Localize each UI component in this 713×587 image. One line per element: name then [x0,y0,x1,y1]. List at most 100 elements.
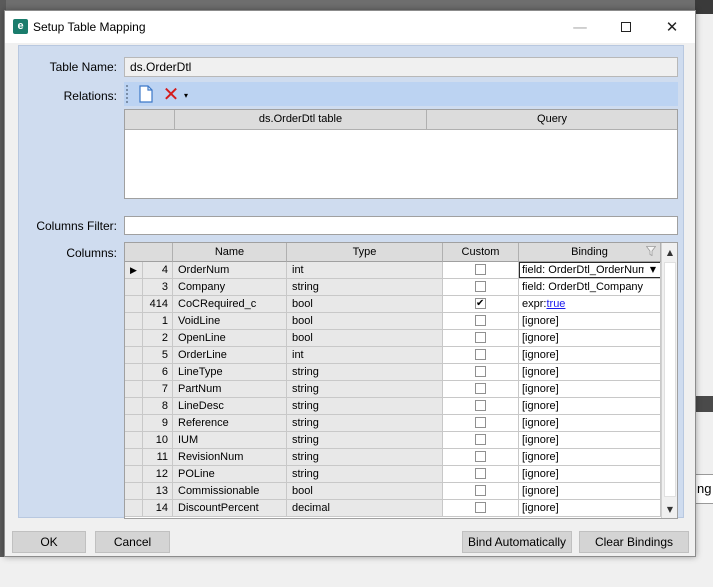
columns-header-name[interactable]: Name [173,243,287,262]
custom-checkbox[interactable] [475,332,486,343]
columns-header-number [125,243,173,262]
binding-value: [ignore] [522,400,559,412]
table-row[interactable]: 2 OpenLine bool [ignore] [125,330,661,347]
maximize-button[interactable] [603,11,649,43]
cancel-button[interactable]: Cancel [95,531,170,553]
columns-vertical-scrollbar[interactable]: ▲ ▼ [661,243,677,518]
table-row[interactable]: 11 RevisionNum string [ignore] [125,449,661,466]
column-number-cell: 12 [143,466,173,483]
relations-grid[interactable]: ds.OrderDtl table Query [124,109,678,199]
table-row[interactable]: 1 VoidLine bool [ignore] [125,313,661,330]
binding-cell[interactable]: [ignore] [519,432,661,449]
table-row[interactable]: 5 OrderLine int [ignore] [125,347,661,364]
table-row[interactable]: 9 Reference string [ignore] [125,415,661,432]
custom-checkbox[interactable] [475,485,486,496]
scroll-thumb[interactable] [664,262,676,497]
custom-checkbox[interactable] [475,264,486,275]
binding-cell[interactable]: [ignore] [519,313,661,330]
row-indicator[interactable]: ▶ [125,262,143,279]
ok-button[interactable]: OK [12,531,86,553]
table-row[interactable]: 6 LineType string [ignore] [125,364,661,381]
custom-checkbox[interactable] [475,315,486,326]
custom-checkbox[interactable] [475,281,486,292]
custom-checkbox[interactable] [475,502,486,513]
bind-automatically-button[interactable]: Bind Automatically [462,531,572,553]
row-indicator[interactable] [125,313,143,330]
binding-cell[interactable]: [ignore] [519,483,661,500]
clear-bindings-button[interactable]: Clear Bindings [579,531,689,553]
filter-icon[interactable] [646,246,656,256]
custom-checkbox[interactable] [475,468,486,479]
relations-header-table[interactable]: ds.OrderDtl table [175,110,427,130]
row-indicator[interactable] [125,415,143,432]
custom-checkbox[interactable] [475,296,486,312]
custom-cell [443,313,519,330]
custom-checkbox[interactable] [475,366,486,377]
column-number-cell: 7 [143,381,173,398]
new-relation-icon[interactable] [135,83,157,105]
close-button[interactable]: ✕ [649,11,695,43]
scroll-up-arrow-icon[interactable]: ▲ [662,244,677,261]
table-row[interactable]: 3 Company string field: OrderDtl_Company [125,279,661,296]
row-indicator[interactable] [125,449,143,466]
binding-cell[interactable]: [ignore] [519,449,661,466]
custom-checkbox[interactable] [475,417,486,428]
binding-expr-link[interactable]: true [546,298,565,310]
row-indicator[interactable] [125,279,143,296]
table-row[interactable]: 10 IUM string [ignore] [125,432,661,449]
column-name-cell: PartNum [173,381,287,398]
toolbar-grip[interactable] [126,85,128,103]
binding-editor[interactable]: field: OrderDtl_OrderNum ▼ [519,262,660,278]
columns-header-binding[interactable]: Binding [519,243,661,262]
custom-checkbox[interactable] [475,349,486,360]
table-row[interactable]: 13 Commissionable bool [ignore] [125,483,661,500]
custom-checkbox[interactable] [475,383,486,394]
row-indicator[interactable] [125,466,143,483]
binding-cell[interactable]: [ignore] [519,500,661,517]
binding-cell[interactable]: [ignore] [519,398,661,415]
table-row[interactable]: 8 LineDesc string [ignore] [125,398,661,415]
row-indicator[interactable] [125,347,143,364]
toolbar-overflow-chevron-icon[interactable]: ▾ [184,90,194,102]
column-number-cell: 8 [143,398,173,415]
columns-header-custom[interactable]: Custom [443,243,519,262]
binding-cell[interactable]: [ignore] [519,466,661,483]
binding-dropdown-arrow-icon[interactable]: ▼ [647,264,659,276]
binding-cell[interactable]: expr:true [519,296,661,313]
binding-cell[interactable]: field: OrderDtl_Company [519,279,661,296]
table-row[interactable]: 414CoCRequired_cbool expr:true [125,296,661,313]
binding-cell[interactable]: [ignore] [519,381,661,398]
table-name-field[interactable]: ds.OrderDtl [124,57,678,77]
binding-cell[interactable]: [ignore] [519,415,661,432]
custom-cell [443,466,519,483]
delete-relation-icon[interactable]: ✕ [160,83,182,105]
table-row[interactable]: 14 DiscountPercent decimal [ignore] [125,500,661,517]
columns-grid[interactable]: Name Type Custom Binding ▶ 4 OrderNum int fi… [124,242,678,519]
row-indicator[interactable] [125,500,143,517]
table-row[interactable]: 12 POLine string [ignore] [125,466,661,483]
scroll-down-arrow-icon[interactable]: ▼ [662,501,677,518]
columns-header-type[interactable]: Type [287,243,443,262]
custom-checkbox[interactable] [475,451,486,462]
row-indicator[interactable] [125,296,143,313]
row-indicator[interactable] [125,364,143,381]
binding-cell[interactable]: [ignore] [519,364,661,381]
binding-cell[interactable]: field: OrderDtl_OrderNum ▼ [519,262,661,279]
row-indicator[interactable] [125,381,143,398]
row-indicator[interactable] [125,483,143,500]
table-row[interactable]: ▶ 4 OrderNum int field: OrderDtl_OrderNum ▼ [125,262,661,279]
title-bar[interactable]: e Setup Table Mapping — ✕ [5,11,695,43]
columns-filter-input[interactable] [124,216,678,235]
binding-cell[interactable]: [ignore] [519,330,661,347]
row-indicator[interactable] [125,330,143,347]
relations-header-query[interactable]: Query [427,110,677,130]
custom-checkbox[interactable] [475,434,486,445]
binding-cell[interactable]: [ignore] [519,347,661,364]
column-type-cell: bool [287,313,443,330]
custom-checkbox[interactable] [475,400,486,411]
minimize-button[interactable]: — [557,11,603,43]
table-row[interactable]: 7 PartNum string [ignore] [125,381,661,398]
row-indicator[interactable] [125,432,143,449]
column-number-cell: 2 [143,330,173,347]
row-indicator[interactable] [125,398,143,415]
